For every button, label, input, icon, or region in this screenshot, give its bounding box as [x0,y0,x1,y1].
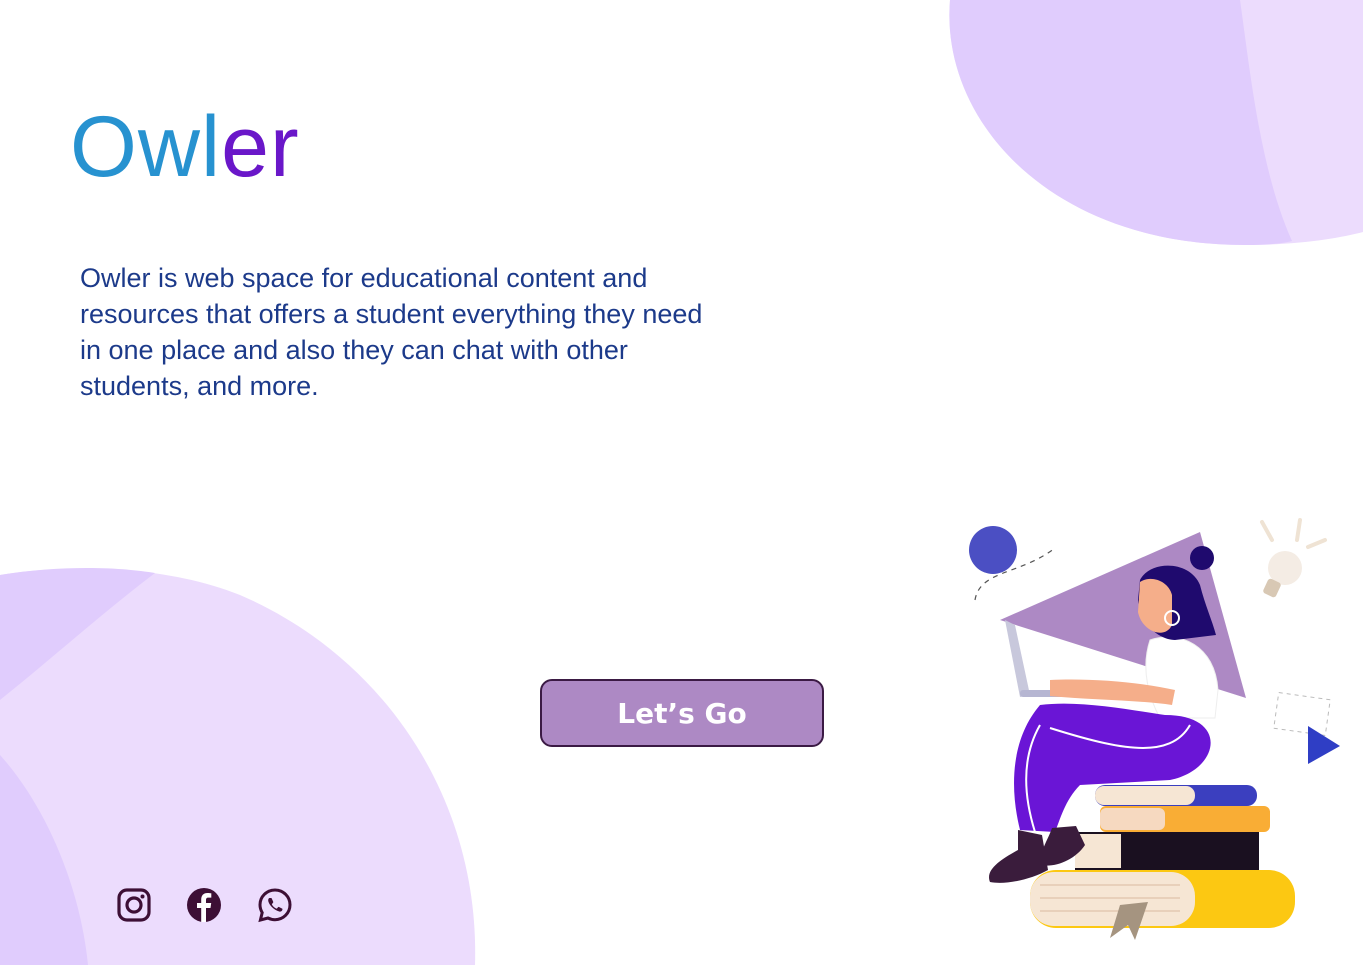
facebook-icon [187,888,221,922]
facebook-link[interactable] [185,886,223,924]
lets-go-button[interactable]: Let’s Go [540,679,824,747]
hero-description: Owler is web space for educational conte… [80,263,703,401]
logo-text-part1: Owl [70,99,222,195]
top-right-blob [949,0,1363,245]
whatsapp-link[interactable] [256,886,294,924]
whatsapp-icon [258,888,292,923]
instagram-icon [117,888,151,922]
logo-text-part2: er [221,99,300,195]
student-reading-illustration [969,518,1340,940]
instagram-link[interactable] [115,886,153,924]
lightbulb-icon [1260,518,1327,598]
bottom-left-blob [0,568,476,965]
brand-logo: Owler [70,104,300,190]
